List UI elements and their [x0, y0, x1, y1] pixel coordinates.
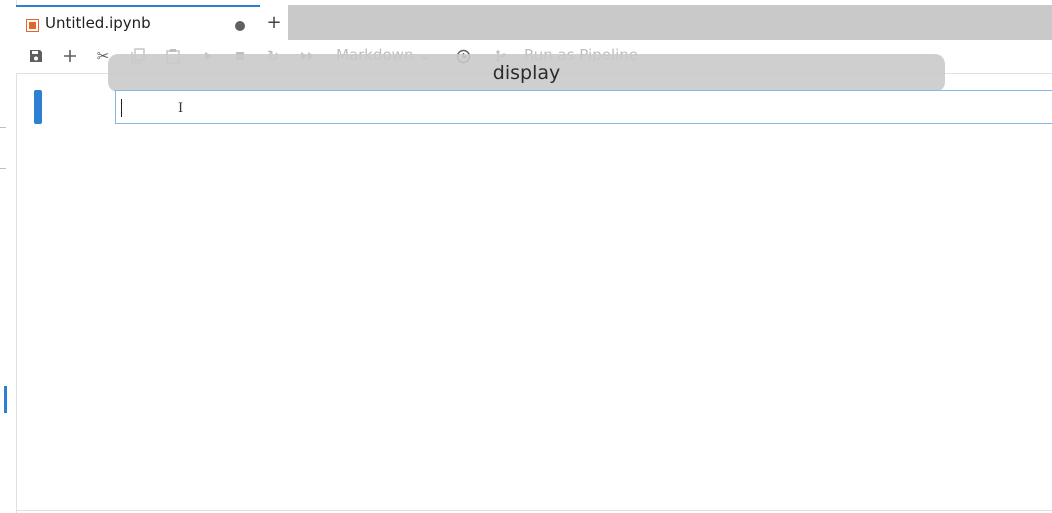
tab-bar: Untitled.ipynb + — [16, 5, 1052, 40]
text-cursor — [121, 99, 122, 117]
notebook-tab[interactable]: Untitled.ipynb — [16, 5, 260, 40]
tooltip-text: display — [492, 62, 561, 84]
notebook-file-icon — [26, 19, 39, 32]
new-tab-button[interactable]: + — [260, 5, 288, 40]
save-icon[interactable] — [25, 45, 47, 67]
notebook-cell[interactable]: I — [16, 86, 1052, 128]
unsaved-indicator-icon[interactable] — [235, 21, 245, 31]
tab-title: Untitled.ipynb — [45, 14, 151, 32]
notebook-bottom-border — [16, 510, 1052, 511]
ibeam-cursor-icon: I — [178, 101, 184, 116]
cell-collapser[interactable] — [34, 90, 42, 124]
left-side-panel — [0, 0, 17, 513]
left-panel-divider — [0, 168, 6, 169]
left-panel-divider — [0, 127, 6, 128]
left-panel-active-indicator[interactable] — [4, 386, 7, 413]
add-cell-icon[interactable] — [59, 45, 81, 67]
cell-editor[interactable]: I — [115, 90, 1052, 124]
